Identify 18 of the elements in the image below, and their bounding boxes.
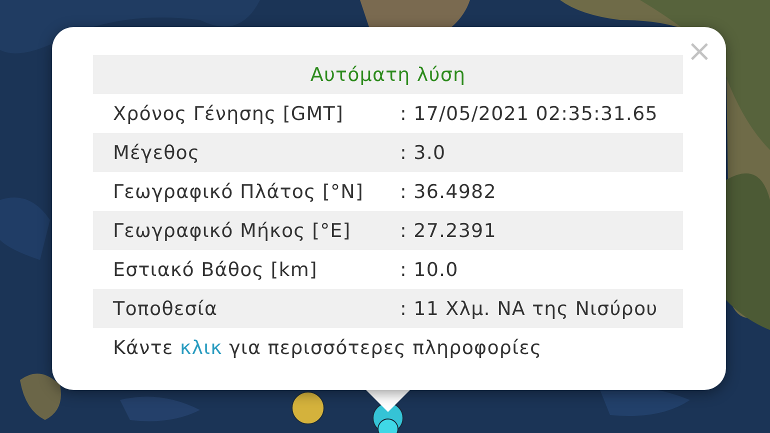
marker-icon[interactable] xyxy=(378,418,398,433)
field-label: Γεωγραφικό Πλάτος [°N] xyxy=(112,180,364,202)
marker-icon[interactable] xyxy=(292,392,324,424)
field-value: : 11 Χλμ. ΝΑ της Νισύρου xyxy=(400,298,658,320)
field-label: Τοποθεσία xyxy=(112,298,219,320)
field-value: : 36.4982 xyxy=(400,180,496,202)
close-button[interactable]: × xyxy=(682,37,716,67)
more-info-link[interactable]: κλικ xyxy=(180,336,222,358)
field-value: : 17/05/2021 02:35:31.65 xyxy=(400,102,658,124)
field-label: Μέγεθος xyxy=(112,142,201,164)
field-value: : 10.0 xyxy=(400,258,458,280)
field-value: : 27.2391 xyxy=(400,220,496,242)
field-value: : 3.0 xyxy=(400,142,446,164)
info-text: Κάντε κλικ για περισσότερες πληροφορίες xyxy=(112,336,543,360)
popup-title: Αυτόματη λύση xyxy=(93,55,683,94)
field-label: Εστιακό Βάθος [km] xyxy=(112,258,318,280)
field-label: Χρόνος Γένησης [GMT] xyxy=(112,102,344,124)
field-label: Γεωγραφικό Μήκος [°E] xyxy=(112,220,352,242)
